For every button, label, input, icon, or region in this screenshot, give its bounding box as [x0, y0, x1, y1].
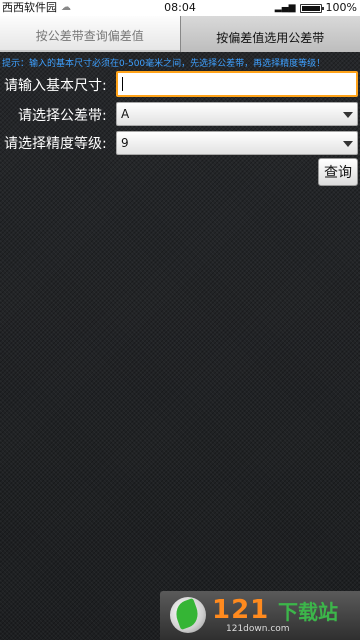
- tolerance-select-value: A: [121, 107, 130, 121]
- watermark-brand-a: 121: [212, 595, 270, 625]
- signal-icon: ▂▄▆: [274, 3, 296, 13]
- tab-select-by-deviation[interactable]: 按偏差值选用公差带: [179, 16, 360, 52]
- watermark-logo: 121 下载站 121down.com: [160, 591, 360, 640]
- tab-bar: 按公差带查询偏差值 按偏差值选用公差带: [0, 16, 360, 52]
- status-bar: 西西软件园 ☁ 08:04 ▂▄▆ 100%: [0, 0, 360, 16]
- query-button[interactable]: 查询: [318, 158, 358, 186]
- tolerance-select[interactable]: A: [116, 102, 358, 126]
- grade-select[interactable]: 9: [116, 131, 358, 155]
- grade-select-value: 9: [121, 136, 129, 150]
- hint-text: 提示：输入的基本尺寸必须在0-500毫米之间，先选择公差带，再选择精度等级！: [2, 59, 326, 69]
- grade-label: 请选择精度等级:: [4, 136, 107, 152]
- size-label: 请输入基本尺寸:: [4, 78, 107, 94]
- battery-icon: [299, 3, 324, 13]
- battery-percent: 100%: [325, 1, 357, 14]
- size-input[interactable]: [116, 71, 358, 97]
- tab-query-by-tolerance[interactable]: 按公差带查询偏差值: [0, 16, 180, 52]
- watermark-brand-b: 下载站: [278, 600, 338, 624]
- status-right: ▂▄▆ 100%: [275, 0, 357, 16]
- chevron-down-icon: [343, 112, 353, 118]
- watermark-url: 121down.com: [226, 624, 290, 634]
- tolerance-label: 请选择公差带:: [18, 108, 107, 124]
- chevron-down-icon: [343, 141, 353, 147]
- battery-fill: [301, 5, 320, 11]
- text-caret: [122, 77, 123, 91]
